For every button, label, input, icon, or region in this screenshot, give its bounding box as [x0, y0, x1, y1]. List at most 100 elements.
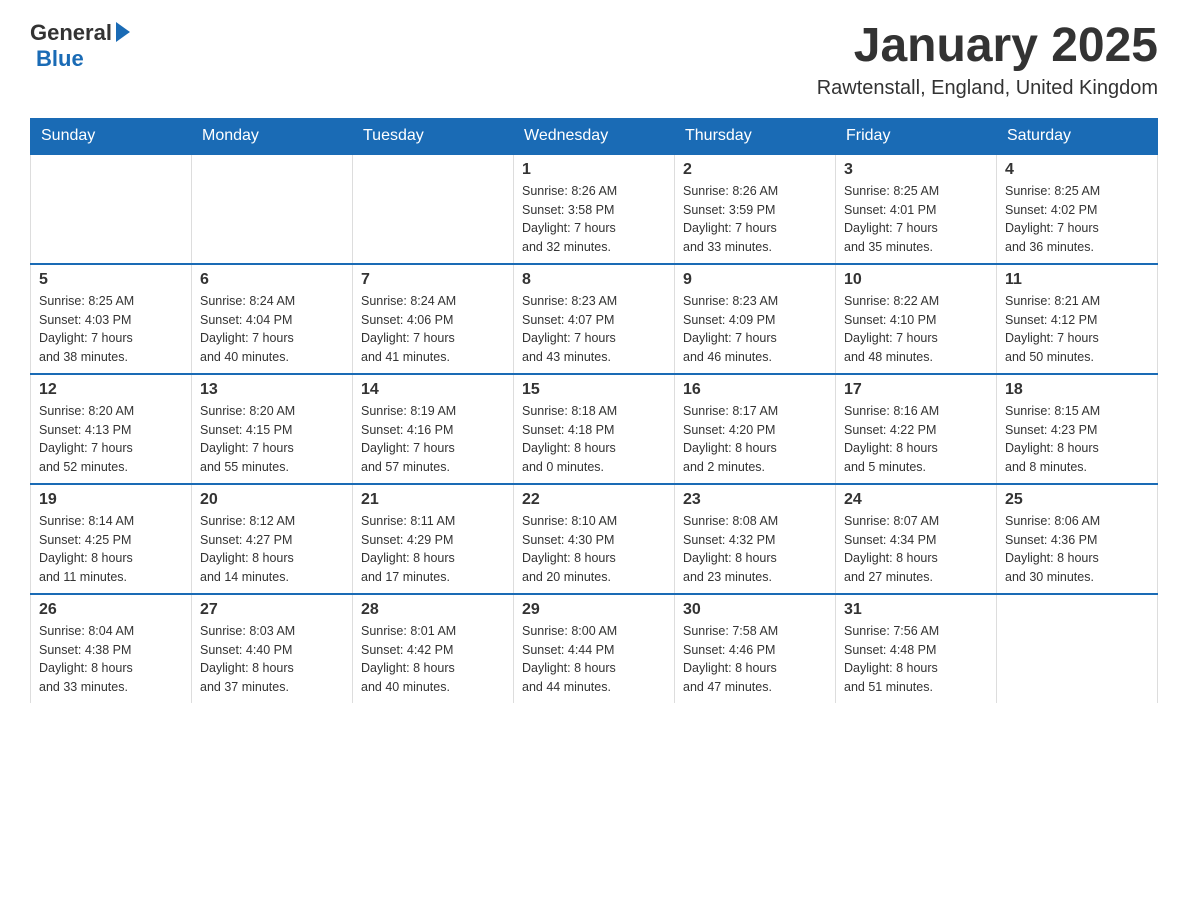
calendar-cell: 31 Sunrise: 7:56 AMSunset: 4:48 PMDayligh…: [836, 594, 997, 703]
day-info: Sunrise: 8:00 AMSunset: 4:44 PMDaylight:…: [522, 622, 666, 697]
day-info: Sunrise: 8:24 AMSunset: 4:06 PMDaylight:…: [361, 292, 505, 367]
calendar-header-thursday: Thursday: [675, 118, 836, 154]
calendar-cell: 14 Sunrise: 8:19 AMSunset: 4:16 PMDayligh…: [353, 374, 514, 484]
calendar-table: SundayMondayTuesdayWednesdayThursdayFrid…: [30, 118, 1158, 703]
day-info: Sunrise: 8:07 AMSunset: 4:34 PMDaylight:…: [844, 512, 988, 587]
day-number: 21: [361, 491, 505, 509]
calendar-week-5: 26 Sunrise: 8:04 AMSunset: 4:38 PMDayligh…: [31, 594, 1158, 703]
day-info: Sunrise: 8:12 AMSunset: 4:27 PMDaylight:…: [200, 512, 344, 587]
calendar-cell: 10 Sunrise: 8:22 AMSunset: 4:10 PMDayligh…: [836, 264, 997, 374]
day-number: 26: [39, 601, 183, 619]
day-number: 2: [683, 161, 827, 179]
day-number: 18: [1005, 381, 1149, 399]
calendar-header-saturday: Saturday: [997, 118, 1158, 154]
day-info: Sunrise: 8:23 AMSunset: 4:07 PMDaylight:…: [522, 292, 666, 367]
calendar-cell: 17Sunrise: 8:16 AMSunset: 4:22 PMDayligh…: [836, 374, 997, 484]
day-number: 22: [522, 491, 666, 509]
calendar-cell: [353, 154, 514, 264]
day-number: 7: [361, 271, 505, 289]
calendar-cell: 20 Sunrise: 8:12 AMSunset: 4:27 PMDayligh…: [192, 484, 353, 594]
day-number: 29: [522, 601, 666, 619]
calendar-cell: 12Sunrise: 8:20 AMSunset: 4:13 PMDayligh…: [31, 374, 192, 484]
calendar-cell: 2 Sunrise: 8:26 AMSunset: 3:59 PMDaylight…: [675, 154, 836, 264]
day-number: 9: [683, 271, 827, 289]
day-info: Sunrise: 8:23 AMSunset: 4:09 PMDaylight:…: [683, 292, 827, 367]
day-info: Sunrise: 8:16 AMSunset: 4:22 PMDaylight:…: [844, 402, 988, 477]
day-info: Sunrise: 8:01 AMSunset: 4:42 PMDaylight:…: [361, 622, 505, 697]
logo-arrow-icon: [116, 22, 130, 42]
calendar-cell: 8 Sunrise: 8:23 AMSunset: 4:07 PMDaylight…: [514, 264, 675, 374]
day-info: Sunrise: 8:10 AMSunset: 4:30 PMDaylight:…: [522, 512, 666, 587]
day-info: Sunrise: 8:26 AMSunset: 3:58 PMDaylight:…: [522, 182, 666, 257]
calendar-header-row: SundayMondayTuesdayWednesdayThursdayFrid…: [31, 118, 1158, 154]
day-info: Sunrise: 8:21 AMSunset: 4:12 PMDaylight:…: [1005, 292, 1149, 367]
day-number: 8: [522, 271, 666, 289]
day-info: Sunrise: 8:04 AMSunset: 4:38 PMDaylight:…: [39, 622, 183, 697]
logo-general-text: General: [30, 20, 112, 46]
day-info: Sunrise: 8:22 AMSunset: 4:10 PMDaylight:…: [844, 292, 988, 367]
calendar-cell: 21Sunrise: 8:11 AMSunset: 4:29 PMDayligh…: [353, 484, 514, 594]
day-info: Sunrise: 8:25 AMSunset: 4:01 PMDaylight:…: [844, 182, 988, 257]
calendar-header-monday: Monday: [192, 118, 353, 154]
day-number: 5: [39, 271, 183, 289]
page-header: General Blue January 2025 Rawtenstall, E…: [30, 20, 1158, 100]
calendar-week-3: 12Sunrise: 8:20 AMSunset: 4:13 PMDayligh…: [31, 374, 1158, 484]
calendar-cell: 4 Sunrise: 8:25 AMSunset: 4:02 PMDaylight…: [997, 154, 1158, 264]
calendar-cell: 7 Sunrise: 8:24 AMSunset: 4:06 PMDaylight…: [353, 264, 514, 374]
day-number: 6: [200, 271, 344, 289]
logo-blue-text: Blue: [36, 46, 84, 72]
calendar-subtitle: Rawtenstall, England, United Kingdom: [817, 77, 1158, 100]
day-number: 19: [39, 491, 183, 509]
day-info: Sunrise: 8:15 AMSunset: 4:23 PMDaylight:…: [1005, 402, 1149, 477]
calendar-cell: 18 Sunrise: 8:15 AMSunset: 4:23 PMDayligh…: [997, 374, 1158, 484]
day-number: 28: [361, 601, 505, 619]
day-number: 30: [683, 601, 827, 619]
calendar-cell: [192, 154, 353, 264]
day-info: Sunrise: 8:25 AMSunset: 4:02 PMDaylight:…: [1005, 182, 1149, 257]
calendar-cell: [31, 154, 192, 264]
calendar-cell: 1 Sunrise: 8:26 AMSunset: 3:58 PMDaylight…: [514, 154, 675, 264]
calendar-cell: 24Sunrise: 8:07 AMSunset: 4:34 PMDayligh…: [836, 484, 997, 594]
calendar-cell: 22 Sunrise: 8:10 AMSunset: 4:30 PMDayligh…: [514, 484, 675, 594]
day-info: Sunrise: 8:08 AMSunset: 4:32 PMDaylight:…: [683, 512, 827, 587]
calendar-week-1: 1 Sunrise: 8:26 AMSunset: 3:58 PMDaylight…: [31, 154, 1158, 264]
day-info: Sunrise: 8:06 AMSunset: 4:36 PMDaylight:…: [1005, 512, 1149, 587]
day-number: 1: [522, 161, 666, 179]
calendar-cell: 19Sunrise: 8:14 AMSunset: 4:25 PMDayligh…: [31, 484, 192, 594]
day-info: Sunrise: 8:18 AMSunset: 4:18 PMDaylight:…: [522, 402, 666, 477]
calendar-header-tuesday: Tuesday: [353, 118, 514, 154]
day-number: 10: [844, 271, 988, 289]
day-info: Sunrise: 8:19 AMSunset: 4:16 PMDaylight:…: [361, 402, 505, 477]
day-number: 31: [844, 601, 988, 619]
calendar-cell: 9 Sunrise: 8:23 AMSunset: 4:09 PMDaylight…: [675, 264, 836, 374]
day-info: Sunrise: 8:20 AMSunset: 4:13 PMDaylight:…: [39, 402, 183, 477]
day-info: Sunrise: 8:03 AMSunset: 4:40 PMDaylight:…: [200, 622, 344, 697]
day-number: 20: [200, 491, 344, 509]
day-number: 13: [200, 381, 344, 399]
calendar-cell: 11 Sunrise: 8:21 AMSunset: 4:12 PMDayligh…: [997, 264, 1158, 374]
calendar-header-wednesday: Wednesday: [514, 118, 675, 154]
calendar-cell: 25 Sunrise: 8:06 AMSunset: 4:36 PMDayligh…: [997, 484, 1158, 594]
calendar-title: January 2025: [817, 20, 1158, 73]
calendar-cell: 13 Sunrise: 8:20 AMSunset: 4:15 PMDayligh…: [192, 374, 353, 484]
calendar-cell: 29 Sunrise: 8:00 AMSunset: 4:44 PMDayligh…: [514, 594, 675, 703]
calendar-week-4: 19Sunrise: 8:14 AMSunset: 4:25 PMDayligh…: [31, 484, 1158, 594]
calendar-cell: 16Sunrise: 8:17 AMSunset: 4:20 PMDayligh…: [675, 374, 836, 484]
calendar-cell: [997, 594, 1158, 703]
day-number: 11: [1005, 271, 1149, 289]
day-info: Sunrise: 8:26 AMSunset: 3:59 PMDaylight:…: [683, 182, 827, 257]
day-number: 14: [361, 381, 505, 399]
title-block: January 2025 Rawtenstall, England, Unite…: [817, 20, 1158, 100]
calendar-cell: 15Sunrise: 8:18 AMSunset: 4:18 PMDayligh…: [514, 374, 675, 484]
logo: General Blue: [30, 20, 130, 72]
calendar-cell: 23 Sunrise: 8:08 AMSunset: 4:32 PMDayligh…: [675, 484, 836, 594]
day-info: Sunrise: 7:56 AMSunset: 4:48 PMDaylight:…: [844, 622, 988, 697]
day-info: Sunrise: 7:58 AMSunset: 4:46 PMDaylight:…: [683, 622, 827, 697]
day-number: 23: [683, 491, 827, 509]
day-info: Sunrise: 8:17 AMSunset: 4:20 PMDaylight:…: [683, 402, 827, 477]
day-number: 3: [844, 161, 988, 179]
day-info: Sunrise: 8:20 AMSunset: 4:15 PMDaylight:…: [200, 402, 344, 477]
day-number: 25: [1005, 491, 1149, 509]
calendar-cell: 30 Sunrise: 7:58 AMSunset: 4:46 PMDayligh…: [675, 594, 836, 703]
day-number: 4: [1005, 161, 1149, 179]
